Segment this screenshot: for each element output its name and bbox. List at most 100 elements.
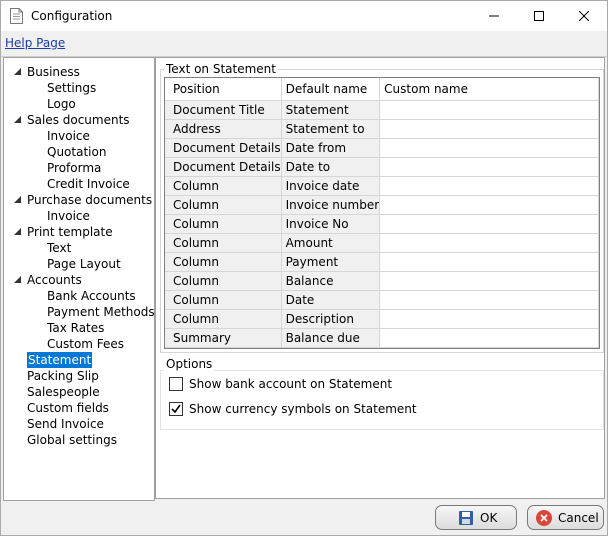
cell-position: Summary bbox=[165, 328, 282, 348]
expand-arrow-icon[interactable] bbox=[14, 68, 22, 76]
cell-default-name: Payment bbox=[281, 252, 381, 272]
cell-custom-name[interactable] bbox=[379, 176, 599, 196]
cancel-button[interactable]: Cancel bbox=[527, 505, 604, 530]
cell-custom-name[interactable] bbox=[379, 138, 599, 158]
cell-position: Column bbox=[165, 176, 282, 196]
tree-item-global-settings[interactable]: Global settings bbox=[27, 432, 117, 448]
tree-item-statement[interactable]: Statement bbox=[27, 352, 93, 368]
show-currency-symbols-option[interactable]: Show currency symbols on Statement bbox=[169, 401, 417, 417]
expand-arrow-icon[interactable] bbox=[14, 196, 22, 204]
cell-custom-name[interactable] bbox=[379, 119, 599, 139]
show-currency-symbols-label: Show currency symbols on Statement bbox=[189, 402, 417, 416]
tree-item-purchase-documents[interactable]: Purchase documents bbox=[27, 192, 152, 208]
show-currency-symbols-checkbox[interactable] bbox=[169, 402, 183, 416]
cancel-icon bbox=[536, 509, 552, 526]
cell-custom-name[interactable] bbox=[379, 214, 599, 234]
tree-item-accounts[interactable]: Accounts bbox=[27, 272, 82, 288]
maximize-button[interactable] bbox=[516, 1, 562, 31]
cell-position: Column bbox=[165, 214, 282, 234]
tree-item-proforma[interactable]: Proforma bbox=[47, 160, 101, 176]
cell-custom-name[interactable] bbox=[379, 309, 599, 329]
cancel-label: Cancel bbox=[558, 510, 599, 525]
minimize-icon bbox=[489, 15, 499, 17]
grid-row[interactable]: Address Statement to bbox=[165, 119, 599, 139]
tree-item-sales-documents[interactable]: Sales documents bbox=[27, 112, 130, 128]
grid-row[interactable]: Column Invoice date bbox=[165, 176, 599, 196]
show-bank-account-option[interactable]: Show bank account on Statement bbox=[169, 376, 392, 392]
cell-position: Column bbox=[165, 290, 282, 310]
cell-default-name: Date bbox=[281, 290, 381, 310]
grid-header-row: Position Default name Custom name bbox=[165, 78, 599, 101]
options-label: Options bbox=[164, 357, 215, 371]
grid-row[interactable]: Column Payment bbox=[165, 252, 599, 272]
cell-default-name: Amount bbox=[281, 233, 381, 253]
cell-custom-name[interactable] bbox=[379, 100, 599, 120]
close-icon bbox=[579, 11, 589, 21]
grid-row[interactable]: Document Title Statement bbox=[165, 100, 599, 120]
tree-item-custom-fees[interactable]: Custom Fees bbox=[47, 336, 124, 352]
close-button[interactable] bbox=[561, 1, 607, 31]
cell-position: Document Title bbox=[165, 100, 282, 120]
cell-position: Address bbox=[165, 119, 282, 139]
ok-button[interactable]: OK bbox=[435, 505, 517, 530]
grid-row[interactable]: Column Invoice number bbox=[165, 195, 599, 215]
statement-text-grid[interactable]: Position Default name Custom name Docume… bbox=[164, 77, 600, 349]
help-page-link[interactable]: Help Page bbox=[5, 36, 65, 50]
configuration-window: Configuration Help Page Business Settings… bbox=[0, 0, 608, 536]
show-bank-account-label: Show bank account on Statement bbox=[189, 377, 393, 391]
tree-item-salespeople[interactable]: Salespeople bbox=[27, 384, 100, 400]
cell-default-name: Date to bbox=[281, 157, 381, 177]
tree-item-quotation[interactable]: Quotation bbox=[47, 144, 106, 160]
column-header-custom-name[interactable]: Custom name bbox=[379, 78, 599, 101]
grid-row[interactable]: Column Description bbox=[165, 309, 599, 329]
grid-row[interactable]: Column Balance bbox=[165, 271, 599, 291]
cell-custom-name[interactable] bbox=[379, 233, 599, 253]
tree-item-send-invoice[interactable]: Send Invoice bbox=[27, 416, 104, 432]
tree-item-business[interactable]: Business bbox=[27, 64, 80, 80]
tree-item-page-layout[interactable]: Page Layout bbox=[47, 256, 121, 272]
ok-label: OK bbox=[480, 510, 498, 525]
column-header-default-name[interactable]: Default name bbox=[281, 78, 381, 101]
text-on-statement-label: Text on Statement bbox=[164, 62, 278, 76]
tree-item-tax-rates[interactable]: Tax Rates bbox=[47, 320, 104, 336]
checkmark-icon bbox=[171, 404, 181, 414]
cell-custom-name[interactable] bbox=[379, 271, 599, 291]
cell-position: Document Details bbox=[165, 138, 282, 158]
cell-custom-name[interactable] bbox=[379, 328, 599, 348]
grid-row[interactable]: Document Details Date from bbox=[165, 138, 599, 158]
cell-default-name: Invoice date bbox=[281, 176, 381, 196]
cell-custom-name[interactable] bbox=[379, 290, 599, 310]
tree-item-invoice[interactable]: Invoice bbox=[47, 128, 90, 144]
minimize-button[interactable] bbox=[471, 1, 517, 31]
cell-custom-name[interactable] bbox=[379, 195, 599, 215]
column-header-position[interactable]: Position bbox=[165, 78, 282, 101]
grid-row[interactable]: Document Details Date to bbox=[165, 157, 599, 177]
grid-row[interactable]: Column Invoice No bbox=[165, 214, 599, 234]
expand-arrow-icon[interactable] bbox=[14, 116, 22, 124]
show-bank-account-checkbox[interactable] bbox=[169, 377, 183, 391]
tree-item-credit-invoice[interactable]: Credit Invoice bbox=[47, 176, 130, 192]
grid-row[interactable]: Column Date bbox=[165, 290, 599, 310]
cell-position: Document Details bbox=[165, 157, 282, 177]
tree-item-settings[interactable]: Settings bbox=[47, 80, 96, 96]
window-title: Configuration bbox=[31, 9, 113, 23]
save-icon bbox=[459, 510, 473, 525]
cell-default-name: Balance bbox=[281, 271, 381, 291]
cell-custom-name[interactable] bbox=[379, 252, 599, 272]
cell-custom-name[interactable] bbox=[379, 157, 599, 177]
tree-item-print-template[interactable]: Print template bbox=[27, 224, 113, 240]
tree-item-text[interactable]: Text bbox=[47, 240, 71, 256]
tree-item-payment-methods[interactable]: Payment Methods bbox=[47, 304, 155, 320]
tree-item-custom-fields[interactable]: Custom fields bbox=[27, 400, 109, 416]
tree-item-invoice[interactable]: Invoice bbox=[47, 208, 90, 224]
tree-item-bank-accounts[interactable]: Bank Accounts bbox=[47, 288, 136, 304]
expand-arrow-icon[interactable] bbox=[14, 228, 22, 236]
expand-arrow-icon[interactable] bbox=[14, 276, 22, 284]
settings-tree[interactable]: Business Settings Logo Sales documents Invoi… bbox=[3, 57, 155, 501]
tree-item-packing-slip[interactable]: Packing Slip bbox=[27, 368, 99, 384]
cell-position: Column bbox=[165, 195, 282, 215]
grid-row[interactable]: Column Amount bbox=[165, 233, 599, 253]
tree-item-logo[interactable]: Logo bbox=[47, 96, 76, 112]
cell-position: Column bbox=[165, 309, 282, 329]
grid-row[interactable]: Summary Balance due bbox=[165, 328, 599, 348]
